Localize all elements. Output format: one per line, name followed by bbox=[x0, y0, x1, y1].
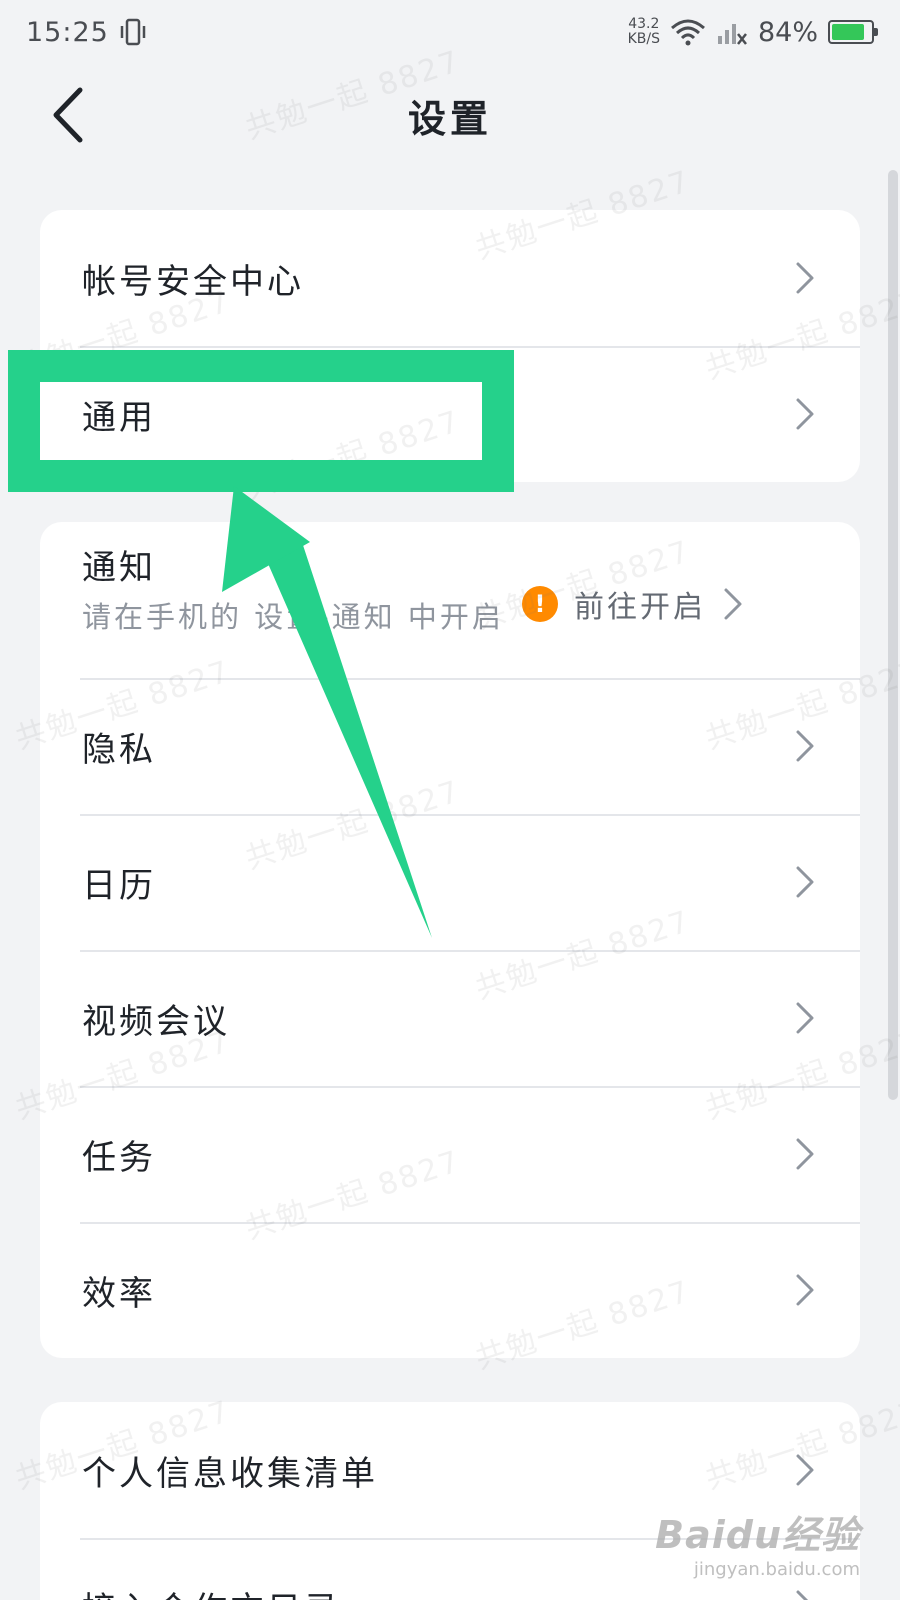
settings-item-label: 通知 bbox=[82, 548, 156, 588]
status-time: 15:25 bbox=[26, 16, 109, 48]
scrollbar[interactable] bbox=[888, 170, 898, 1100]
net-speed: 43.2 KB/S bbox=[628, 17, 660, 47]
warning-icon: ! bbox=[522, 586, 558, 622]
notification-text: 通知 请在手机的 设置-通知 中开启 bbox=[82, 540, 522, 639]
chevron-right-icon bbox=[796, 1590, 809, 1600]
settings-item-label: 帐号安全中心 bbox=[82, 261, 304, 302]
chevron-right-icon bbox=[796, 730, 814, 762]
signal-icon bbox=[717, 24, 747, 45]
settings-item-calendar[interactable]: 日历 bbox=[40, 814, 860, 950]
settings-item-label: 视频会议 bbox=[82, 1001, 230, 1042]
chevron-right-icon bbox=[796, 866, 814, 898]
settings-item-label: 个人信息收集清单 bbox=[82, 1453, 378, 1494]
battery-percent: 84% bbox=[757, 16, 818, 48]
settings-item-privacy[interactable]: 隐私 bbox=[40, 678, 860, 814]
chevron-right-icon bbox=[796, 1002, 814, 1034]
settings-item-label: 隐私 bbox=[82, 729, 156, 770]
vibrate-icon bbox=[120, 18, 146, 46]
status-bar: 15:25 43.2 KB/S 84% bbox=[0, 0, 900, 64]
settings-item-label: 通用 bbox=[82, 397, 156, 438]
chevron-right-icon bbox=[796, 262, 814, 294]
net-speed-unit: KB/S bbox=[627, 31, 660, 47]
settings-item-tasks[interactable]: 任务 bbox=[40, 1086, 860, 1222]
wifi-icon bbox=[670, 19, 705, 46]
notification-subtitle: 请在手机的 设置-通知 中开启 bbox=[82, 600, 504, 634]
page-title: 设置 bbox=[407, 96, 492, 141]
settings-item-notification[interactable]: 通知 请在手机的 设置-通知 中开启 ! 前往开启 bbox=[40, 522, 860, 678]
battery-icon bbox=[828, 20, 878, 44]
baidu-logo-text: Baidu经验 bbox=[655, 1513, 860, 1557]
settings-item-label: 接入合作方目录 bbox=[82, 1582, 794, 1600]
chevron-right-icon bbox=[796, 1454, 814, 1486]
page-header: 设置 bbox=[0, 70, 900, 160]
chevron-right-icon bbox=[796, 1138, 814, 1170]
status-right: 43.2 KB/S 84% bbox=[628, 16, 878, 48]
settings-item-account-security[interactable]: 帐号安全中心 bbox=[40, 210, 860, 346]
notification-action-group: ! 前往开启 bbox=[522, 582, 744, 626]
net-speed-value: 43.2 bbox=[628, 16, 660, 32]
settings-item-label: 效率 bbox=[82, 1273, 156, 1314]
settings-item-label: 任务 bbox=[82, 1137, 156, 1178]
chevron-right-icon bbox=[796, 398, 814, 430]
baidu-logo: Baidu经验 jingyan.baidu.com bbox=[655, 1504, 860, 1580]
settings-item-video-meeting[interactable]: 视频会议 bbox=[40, 950, 860, 1086]
notification-action-link[interactable]: 前往开启 bbox=[574, 582, 706, 626]
settings-item-label: 日历 bbox=[82, 865, 156, 906]
settings-card-features: 通知 请在手机的 设置-通知 中开启 ! 前往开启 隐私 日历 视频会议 任务 … bbox=[40, 522, 860, 1358]
status-left: 15:25 bbox=[26, 17, 147, 48]
settings-item-general[interactable]: 通用 bbox=[40, 346, 860, 482]
baidu-logo-url: jingyan.baidu.com bbox=[693, 1559, 860, 1580]
settings-card-account: 帐号安全中心 通用 bbox=[40, 210, 860, 482]
settings-item-efficiency[interactable]: 效率 bbox=[40, 1222, 860, 1358]
chevron-right-icon bbox=[796, 1274, 814, 1306]
chevron-right-icon bbox=[724, 588, 742, 620]
battery-level bbox=[832, 24, 864, 40]
chevron-left-icon[interactable] bbox=[48, 86, 88, 144]
